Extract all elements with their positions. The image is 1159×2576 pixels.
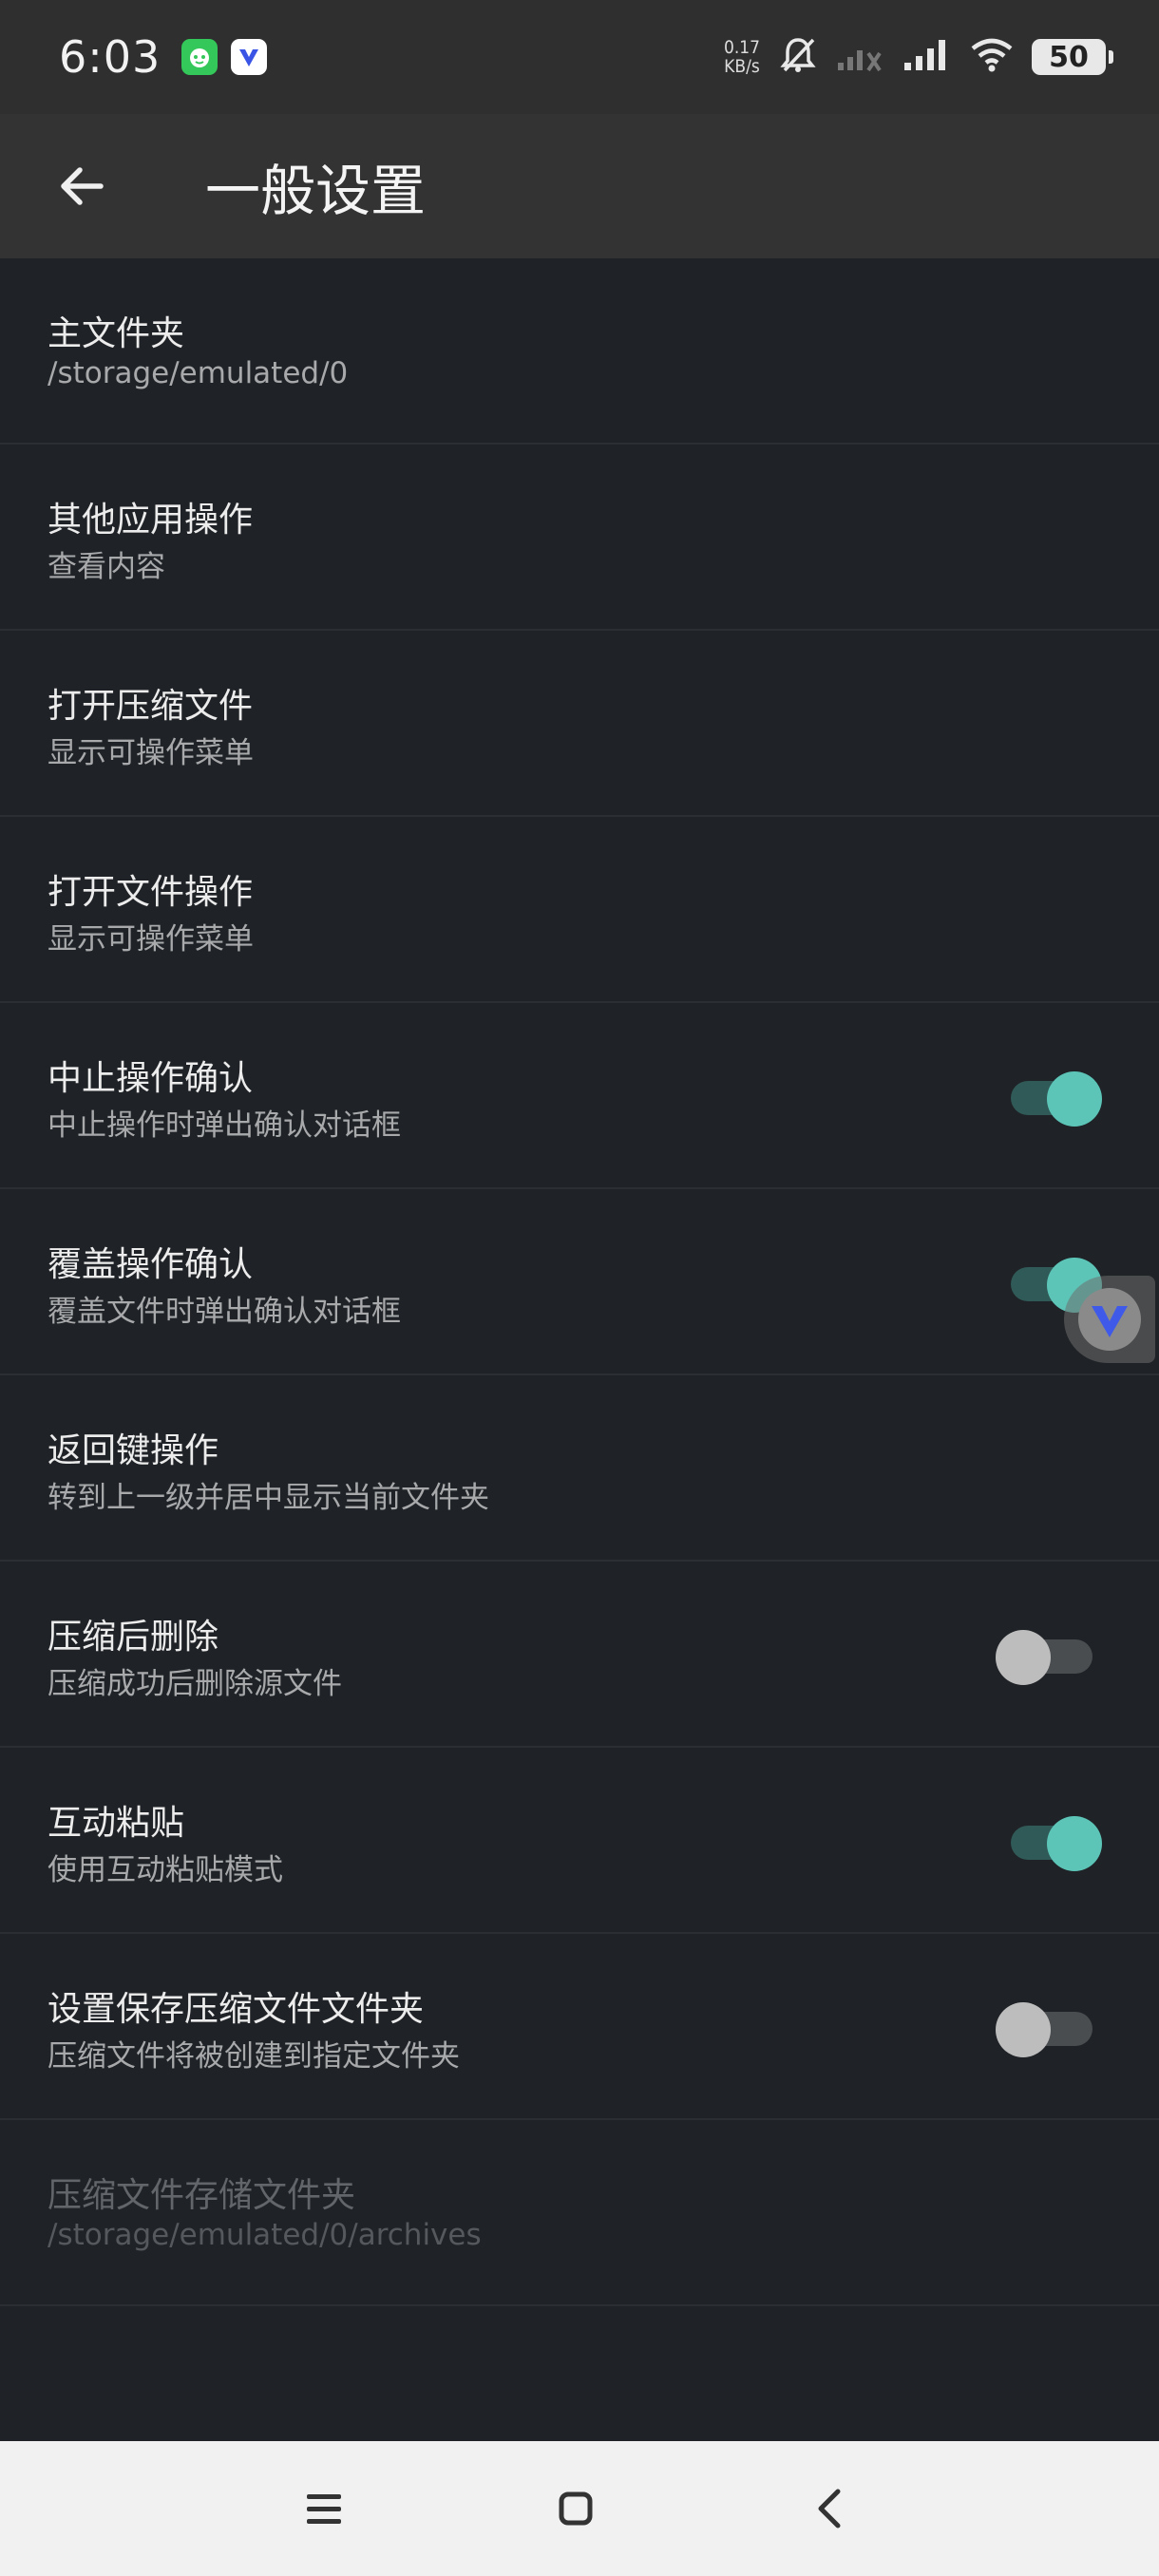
app-icon-blue-v xyxy=(231,39,268,75)
setting-title: 压缩后删除 xyxy=(48,1618,219,1657)
setting-subtitle: /storage/emulated/0/archives xyxy=(48,2218,482,2252)
setting-subtitle: 查看内容 xyxy=(48,550,165,584)
interactive-paste-toggle[interactable] xyxy=(1003,1810,1102,1871)
setting-title: 其他应用操作 xyxy=(48,501,254,540)
wifi-icon xyxy=(969,37,1015,77)
setting-back-key-action[interactable]: 返回键操作 转到上一级并居中显示当前文件夹 xyxy=(0,1375,1159,1562)
setting-open-file-action[interactable]: 打开文件操作 显示可操作菜单 xyxy=(0,817,1159,1003)
arrow-left-icon xyxy=(61,167,104,205)
back-chevron-icon xyxy=(818,2489,841,2529)
net-speed-value: 0.17 xyxy=(723,37,760,58)
alarm-off-icon xyxy=(777,34,819,80)
nav-back-button[interactable] xyxy=(796,2479,863,2538)
setting-subtitle: 使用互动粘贴模式 xyxy=(48,1853,283,1887)
setting-title: 打开压缩文件 xyxy=(48,687,254,726)
setting-title: 压缩文件存储文件夹 xyxy=(48,2176,356,2215)
abort-confirm-toggle[interactable] xyxy=(1003,1066,1102,1127)
battery-icon: 50 xyxy=(1032,39,1113,75)
setting-subtitle: 中止操作时弹出确认对话框 xyxy=(48,1108,401,1143)
app-icon-green xyxy=(181,39,218,75)
setting-main-folder[interactable]: 主文件夹 /storage/emulated/0 xyxy=(0,258,1159,445)
setting-delete-after-compress[interactable]: 压缩后删除 压缩成功后删除源文件 xyxy=(0,1562,1159,1748)
setting-archive-storage-folder: 压缩文件存储文件夹 /storage/emulated/0/archives xyxy=(0,2120,1159,2306)
status-app-icons xyxy=(181,39,268,75)
setting-interactive-paste[interactable]: 互动粘贴 使用互动粘贴模式 xyxy=(0,1748,1159,1934)
setting-subtitle: 转到上一级并居中显示当前文件夹 xyxy=(48,1481,489,1515)
setting-title: 互动粘贴 xyxy=(48,1804,185,1843)
home-icon xyxy=(559,2491,593,2526)
status-right-group: 0.17 KB/s 50 xyxy=(724,34,1113,80)
app-bar: 一般设置 xyxy=(0,114,1159,258)
setting-overwrite-confirm[interactable]: 覆盖操作确认 覆盖文件时弹出确认对话框 xyxy=(0,1189,1159,1375)
system-nav-bar xyxy=(0,2441,1159,2576)
setting-title: 中止操作确认 xyxy=(48,1059,254,1098)
setting-subtitle: 压缩文件将被创建到指定文件夹 xyxy=(48,2039,460,2074)
setting-subtitle: 覆盖文件时弹出确认对话框 xyxy=(48,1295,401,1329)
menu-icon xyxy=(307,2494,341,2524)
setting-subtitle: 压缩成功后删除源文件 xyxy=(48,1667,342,1701)
page-title: 一般设置 xyxy=(205,159,427,223)
setting-open-archive[interactable]: 打开压缩文件 显示可操作菜单 xyxy=(0,631,1159,817)
delete-after-compress-toggle[interactable] xyxy=(996,1624,1102,1685)
home-button[interactable] xyxy=(542,2479,609,2538)
setting-subtitle: /storage/emulated/0 xyxy=(48,356,349,390)
signal-icon xyxy=(902,38,952,76)
status-bar: 6:03 0.17 KB/s 50 xyxy=(0,0,1159,114)
setting-title: 打开文件操作 xyxy=(48,873,254,912)
status-time: 6:03 xyxy=(59,31,162,83)
setting-other-app-action[interactable]: 其他应用操作 查看内容 xyxy=(0,445,1159,631)
settings-list: 主文件夹 /storage/emulated/0 其他应用操作 查看内容 打开压… xyxy=(0,258,1159,2306)
setting-abort-confirm[interactable]: 中止操作确认 中止操作时弹出确认对话框 xyxy=(0,1003,1159,1189)
v-logo-icon xyxy=(1078,1288,1141,1351)
net-speed: 0.17 KB/s xyxy=(724,38,760,76)
floating-assistant-bubble[interactable] xyxy=(1064,1276,1155,1363)
signal-weak-icon xyxy=(836,38,885,76)
setting-subtitle: 显示可操作菜单 xyxy=(48,736,254,770)
net-speed-unit: KB/s xyxy=(724,56,760,77)
setting-title: 主文件夹 xyxy=(48,314,185,353)
menu-button[interactable] xyxy=(291,2479,357,2538)
setting-subtitle: 显示可操作菜单 xyxy=(48,922,254,957)
setting-title: 设置保存压缩文件文件夹 xyxy=(48,1990,425,2029)
save-archive-folder-toggle[interactable] xyxy=(996,1997,1102,2057)
setting-save-archive-folder[interactable]: 设置保存压缩文件文件夹 压缩文件将被创建到指定文件夹 xyxy=(0,1934,1159,2120)
setting-title: 返回键操作 xyxy=(48,1431,219,1470)
setting-title: 覆盖操作确认 xyxy=(48,1245,254,1284)
back-button[interactable] xyxy=(48,152,116,220)
